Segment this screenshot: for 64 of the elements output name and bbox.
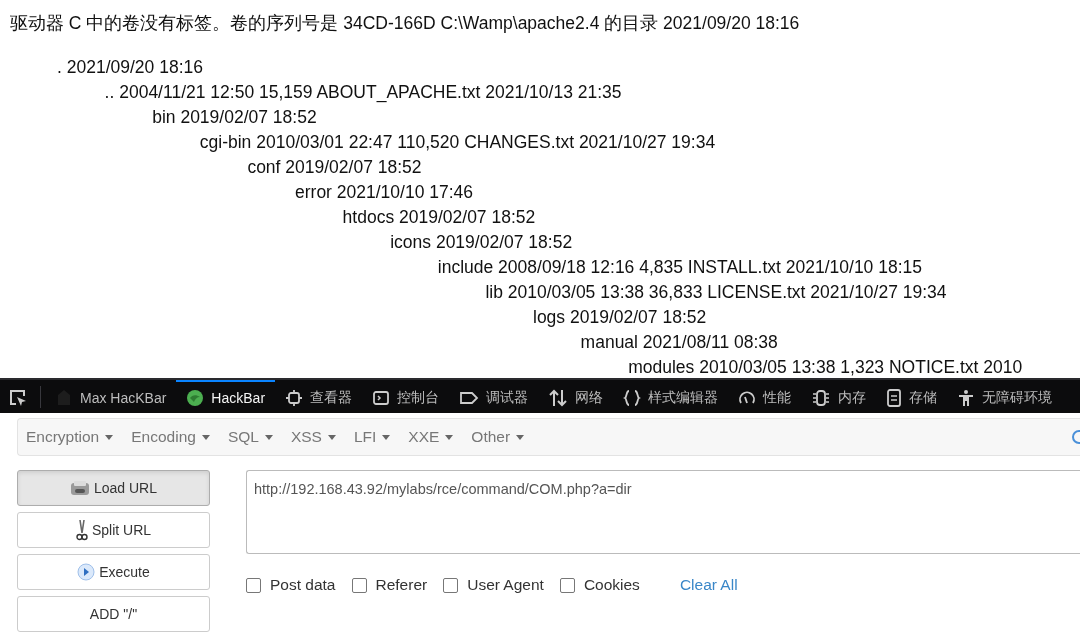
round-logo-icon — [186, 388, 205, 407]
dropdown-menu[interactable]: Encoding — [123, 428, 218, 446]
dropdown-menu[interactable]: Encryption — [18, 428, 122, 446]
listing-line: lib 2010/03/05 13:38 36,833 LICENSE.txt 2021/10/27 19:34 — [485, 282, 947, 302]
checkbox-label: Cookies — [583, 576, 640, 594]
dropdown-menu[interactable]: SQL — [219, 428, 281, 446]
inspector-icon — [285, 388, 304, 407]
caret-icon — [105, 434, 114, 440]
devtools-tab[interactable]: 性能 — [728, 380, 802, 413]
listing-line: .. 2004/11/21 12:50 15,159 ABOUT_APACHE.txt 2021/10/13 21:35 — [104, 82, 622, 102]
listing-line: htdocs 2019/02/07 18:52 — [342, 207, 536, 227]
listing-line: logs 2019/02/07 18:52 — [533, 307, 707, 327]
devtools-tab[interactable]: 无障碍环境 — [947, 380, 1063, 413]
dropdown-menu[interactable]: Other — [463, 428, 533, 446]
checkbox[interactable] — [351, 577, 367, 593]
person-icon — [957, 388, 976, 407]
drive-icon — [69, 480, 90, 496]
devtools-tab[interactable]: 样式编辑器 — [613, 380, 729, 413]
devtools-tab[interactable]: 存储 — [876, 380, 948, 413]
url-field[interactable]: http://192.168.43.92/mylabs/rce/command/COM.php?a=dir — [246, 470, 1080, 554]
caret-icon — [445, 434, 454, 440]
checkbox-label: Post data — [270, 576, 336, 594]
listing-line: icons 2019/02/07 18:52 — [390, 232, 573, 252]
listing-line: manual 2021/08/11 08:38 — [580, 332, 778, 352]
chip-icon — [811, 388, 832, 407]
listing-line: . 2021/09/20 18:16 — [57, 57, 203, 77]
checkbox-label: Referer — [375, 576, 428, 594]
play-icon — [77, 563, 96, 581]
devtools-tab[interactable]: 调试器 — [449, 380, 539, 413]
caret-icon — [264, 434, 273, 440]
scissors-icon — [75, 519, 88, 541]
checkbox[interactable] — [559, 577, 575, 593]
add-slash-button[interactable]: ADD "/" — [17, 596, 210, 632]
split-url-button[interactable]: Split URL — [17, 512, 210, 548]
caret-icon — [327, 434, 336, 440]
devtools-tab[interactable]: 内存 — [801, 380, 877, 413]
listing-line: include 2008/09/18 12:16 4,835 INSTALL.txt 2021/10/10 18:15 — [437, 257, 922, 277]
checkbox-label: User Agent — [467, 576, 544, 594]
dropdown-menu[interactable]: XSS — [282, 428, 344, 446]
up-down-arrows-icon — [548, 388, 569, 407]
console-icon — [372, 388, 391, 407]
listing-line: conf 2019/02/07 18:52 — [247, 157, 422, 177]
directory-heading: 驱动器 C 中的卷没有标签。卷的序列号是 34CD-166D C:\Wamp\apache2.4 的目录 2021/09/20 18:16 — [9, 12, 801, 35]
storage-icon — [886, 388, 903, 407]
checkbox[interactable] — [246, 577, 261, 593]
caret-icon — [516, 434, 525, 440]
element-picker-icon — [8, 387, 28, 408]
listing-line: error 2021/10/10 17:46 — [295, 182, 474, 202]
load-url-button[interactable]: Load URL — [17, 470, 210, 506]
dropdown-menu[interactable]: LFI — [345, 428, 399, 446]
braces-icon — [623, 388, 642, 407]
listing-line: bin 2019/02/07 18:52 — [152, 107, 317, 127]
clear-all-link[interactable]: Clear All — [679, 576, 738, 594]
devtools-tab[interactable]: 网络 — [538, 380, 614, 413]
caret-icon — [382, 434, 391, 440]
dropdown-menu[interactable]: XXE — [400, 428, 462, 446]
listing-line: cgi-bin 2010/03/01 22:47 110,520 CHANGES.txt 2021/10/27 19:34 — [199, 132, 716, 152]
caret-icon — [201, 434, 210, 440]
checkbox[interactable] — [443, 577, 459, 593]
listing-line: modules 2010/03/05 13:38 1,323 NOTICE.txt 2010 — [628, 357, 1023, 377]
execute-button[interactable]: Execute — [17, 554, 210, 590]
devtools-tab[interactable]: Max HacKBar — [45, 380, 177, 413]
devtools-tab[interactable]: 查看器 — [275, 380, 363, 413]
devtools-tab[interactable]: 控制台 — [362, 380, 450, 413]
